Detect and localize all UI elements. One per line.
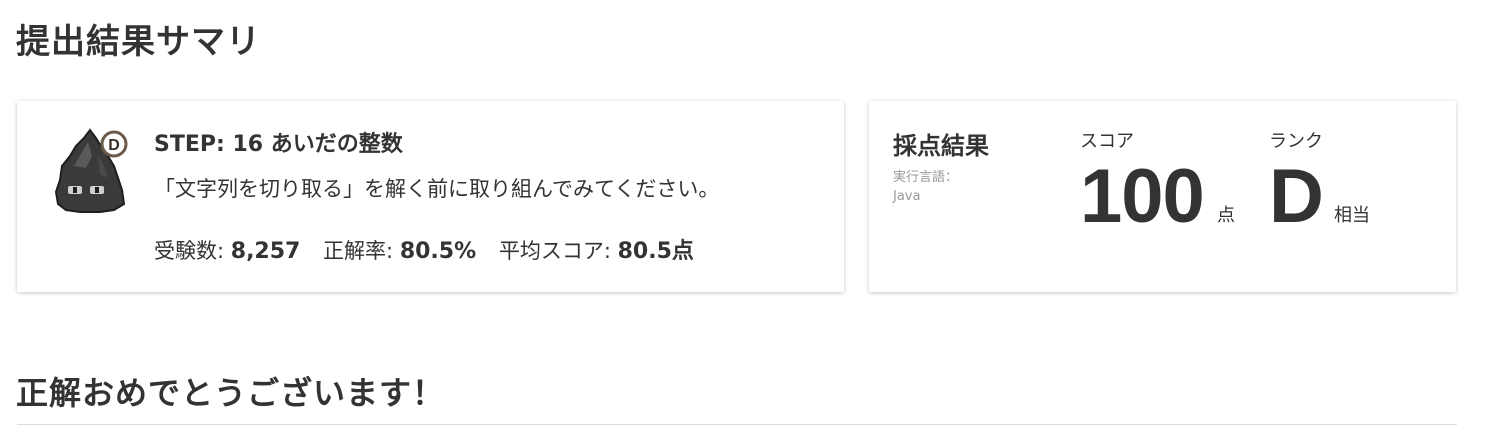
correct-rate-label: 正解率: (323, 239, 394, 263)
attempts-value: 8,257 (230, 239, 301, 264)
score-unit: 点 (1217, 205, 1235, 226)
rank-value: D (1269, 154, 1324, 239)
problem-card: D STEP: 16 あいだの整数 「文字列を切り取る」を解く前に取り組んでみて… (17, 101, 844, 292)
rank-badge-letter: D (108, 137, 120, 154)
monster-icon: D (54, 128, 128, 213)
problem-stats: 受験数: 8,257 正解率: 80.5% 平均スコア: 80.5点 (154, 233, 710, 265)
score-card: 採点結果 実行言語： Java スコア 100 点 ランク D 相当 (869, 101, 1456, 292)
score-card-title: 採点結果 (893, 132, 989, 160)
rank-unit: 相当 (1334, 205, 1370, 226)
avg-score-label: 平均スコア: (498, 239, 611, 263)
step-title[interactable]: STEP: 16 あいだの整数 (154, 126, 403, 158)
step-description: 「文字列を切り取る」を解く前に取り組んでみてください。 (154, 177, 720, 201)
score-label: スコア (1080, 131, 1134, 152)
attempts-label: 受験数: (154, 239, 225, 263)
language-value: Java (893, 189, 921, 204)
page-title: 提出結果サマリ (16, 22, 261, 62)
avg-score-value: 80.5点 (617, 239, 694, 264)
score-value: 100 (1080, 154, 1205, 239)
language-label: 実行言語： (893, 170, 959, 185)
congrats-heading: 正解おめでとうございます！ (16, 374, 446, 412)
divider (17, 424, 1457, 425)
correct-rate-value: 80.5% (399, 239, 477, 264)
rank-label: ランク (1269, 131, 1323, 152)
